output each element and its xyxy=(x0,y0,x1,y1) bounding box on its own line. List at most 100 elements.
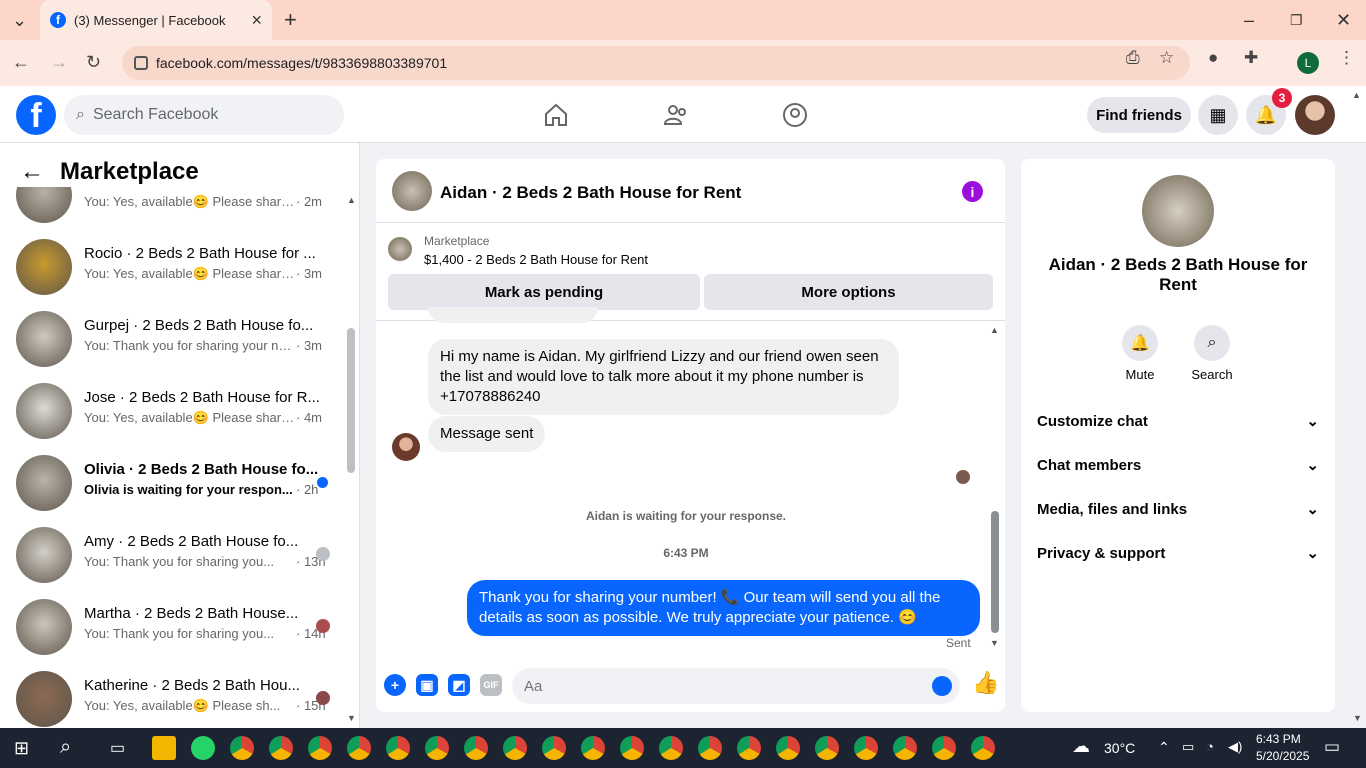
chrome-icon[interactable] xyxy=(425,736,449,760)
clock-date[interactable]: 5/20/2025 xyxy=(1256,749,1309,763)
back-icon[interactable]: ← xyxy=(12,52,30,72)
customize-chat-row[interactable]: Customize chat ⌄ xyxy=(1037,399,1319,443)
mute-action[interactable]: 🔔 Mute xyxy=(1110,325,1170,382)
chrome-icon[interactable] xyxy=(971,736,995,760)
row-label: Privacy & support xyxy=(1037,544,1166,562)
conversation-thumbnail xyxy=(16,455,72,511)
chrome-icon[interactable] xyxy=(698,736,722,760)
media-files-links-row[interactable]: Media, files and links ⌄ xyxy=(1037,487,1319,531)
facebook-search-box[interactable]: ⌕ Search Facebook xyxy=(64,95,344,135)
conversation-item[interactable]: Rocio · 2 Beds 2 Bath House for ... You: … xyxy=(16,235,336,299)
menu-kebab-icon[interactable]: ⋮ xyxy=(1338,48,1355,68)
gif-icon[interactable]: GIF xyxy=(480,674,502,696)
thumbs-up-icon[interactable]: 👍 xyxy=(972,670,999,696)
chrome-icon[interactable] xyxy=(620,736,644,760)
profile-avatar[interactable]: L xyxy=(1297,52,1319,74)
friends-icon[interactable] xyxy=(663,102,689,128)
chrome-icon[interactable] xyxy=(230,736,254,760)
file-explorer-icon[interactable] xyxy=(152,736,176,760)
privacy-support-row[interactable]: Privacy & support ⌄ xyxy=(1037,531,1319,575)
close-tab-icon[interactable]: × xyxy=(251,10,262,31)
chrome-icon[interactable] xyxy=(347,736,371,760)
task-view-icon[interactable]: ▭ xyxy=(110,738,125,758)
volume-icon[interactable]: ◀) xyxy=(1228,739,1242,755)
search-icon[interactable]: ⌕ xyxy=(1194,325,1230,361)
chat-scroll-up-icon[interactable]: ▲ xyxy=(990,325,999,335)
conversation-item[interactable]: Martha · 2 Beds 2 Bath House... You: Than… xyxy=(16,595,336,659)
chrome-icon[interactable] xyxy=(893,736,917,760)
scroll-down-arrow-icon[interactable]: ▼ xyxy=(347,713,356,723)
chrome-icon[interactable] xyxy=(659,736,683,760)
forward-icon[interactable]: → xyxy=(50,52,68,72)
install-app-icon[interactable]: ⎙ xyxy=(1126,48,1140,68)
facebook-logo-icon[interactable]: f xyxy=(16,95,56,135)
info-icon[interactable]: i xyxy=(962,181,983,202)
new-tab-icon[interactable]: + xyxy=(284,9,297,31)
chrome-icon[interactable] xyxy=(542,736,566,760)
page-scroll-down-icon[interactable]: ▼ xyxy=(1353,713,1362,723)
close-window-icon[interactable]: ✕ xyxy=(1336,10,1351,30)
chrome-icon[interactable] xyxy=(581,736,605,760)
site-info-icon[interactable] xyxy=(134,56,148,70)
mark-as-pending-button[interactable]: Mark as pending xyxy=(388,274,700,310)
clock-time[interactable]: 6:43 PM xyxy=(1256,732,1301,746)
chat-avatar[interactable] xyxy=(392,171,432,211)
emoji-icon[interactable] xyxy=(932,676,952,696)
extensions-icon[interactable]: ✚ xyxy=(1244,48,1258,68)
browser-tab[interactable]: f (3) Messenger | Facebook × xyxy=(40,0,272,40)
wifi-icon[interactable]: ◔ xyxy=(1206,739,1214,754)
listing-title[interactable]: $1,400 - 2 Beds 2 Bath House for Rent xyxy=(424,252,648,267)
chrome-icon[interactable] xyxy=(932,736,956,760)
find-friends-button[interactable]: Find friends xyxy=(1087,97,1191,133)
more-options-button[interactable]: More options xyxy=(704,274,993,310)
minimize-icon[interactable]: – xyxy=(1244,10,1254,30)
tab-list-icon[interactable]: ⌄ xyxy=(12,10,27,30)
sidebar-scrollbar[interactable] xyxy=(347,328,355,473)
weather-temp[interactable]: 30°C xyxy=(1104,740,1135,756)
conversation-item[interactable]: Jose · 2 Beds 2 Bath House for R... You: … xyxy=(16,379,336,443)
photo-icon[interactable]: ▣ xyxy=(416,674,438,696)
chrome-icon[interactable] xyxy=(464,736,488,760)
chrome-icon[interactable] xyxy=(269,736,293,760)
groups-icon[interactable] xyxy=(782,102,808,128)
network-icon[interactable]: ▭ xyxy=(1182,739,1194,755)
bookmark-star-icon[interactable]: ☆ xyxy=(1159,48,1174,68)
menu-grid-icon[interactable]: ▦ xyxy=(1198,95,1238,135)
chat-title[interactable]: Aidan · 2 Beds 2 Bath House for Rent xyxy=(440,183,741,203)
conversation-item[interactable]: Katherine · 2 Beds 2 Bath Hou... You: Yes… xyxy=(16,667,336,728)
conversation-item[interactable]: Gurpej · 2 Beds 2 Bath House fo... You: T… xyxy=(16,307,336,371)
back-arrow-icon[interactable]: ← xyxy=(20,158,44,186)
message-input[interactable] xyxy=(512,668,960,704)
tray-chevron-icon[interactable]: ⌃ xyxy=(1158,739,1170,756)
chrome-icon[interactable] xyxy=(503,736,527,760)
plus-icon[interactable]: + xyxy=(384,674,406,696)
search-action[interactable]: ⌕ Search xyxy=(1182,325,1242,382)
bell-icon[interactable]: 🔔 xyxy=(1122,325,1158,361)
page-scroll-up-icon[interactable]: ▲ xyxy=(1352,90,1361,100)
chat-scroll-down-icon[interactable]: ▼ xyxy=(990,638,999,648)
restore-icon[interactable]: ❐ xyxy=(1290,10,1303,30)
taskbar-search-icon[interactable]: ⌕ xyxy=(60,736,71,759)
chrome-icon[interactable] xyxy=(737,736,761,760)
chrome-icon[interactable] xyxy=(308,736,332,760)
home-icon[interactable] xyxy=(543,102,569,128)
conversation-item[interactable]: Ramon · 2 Beds 2 Bath House fo... You: Ye… xyxy=(16,187,336,227)
listing-thumbnail[interactable] xyxy=(388,237,412,261)
notification-center-icon[interactable]: ▭ xyxy=(1324,737,1340,757)
conversation-item[interactable]: Olivia · 2 Beds 2 Bath House fo... Olivia… xyxy=(16,451,336,515)
chrome-icon[interactable] xyxy=(776,736,800,760)
cookie-extension-icon[interactable]: ● xyxy=(1208,48,1218,68)
address-bar[interactable]: facebook.com/messages/t/9833698803389701 xyxy=(122,46,1190,80)
sticker-icon[interactable]: ◩ xyxy=(448,674,470,696)
chat-scrollbar[interactable] xyxy=(991,511,999,633)
chat-members-row[interactable]: Chat members ⌄ xyxy=(1037,443,1319,487)
account-avatar[interactable] xyxy=(1295,95,1335,135)
conversation-item[interactable]: Amy · 2 Beds 2 Bath House fo... You: Than… xyxy=(16,523,336,587)
reload-icon[interactable]: ↻ xyxy=(86,52,101,72)
scroll-up-arrow-icon[interactable]: ▲ xyxy=(347,195,356,205)
chrome-icon[interactable] xyxy=(386,736,410,760)
windows-start-icon[interactable]: ⊞ xyxy=(14,738,29,759)
whatsapp-icon[interactable] xyxy=(191,736,215,760)
chrome-icon[interactable] xyxy=(854,736,878,760)
chrome-icon[interactable] xyxy=(815,736,839,760)
